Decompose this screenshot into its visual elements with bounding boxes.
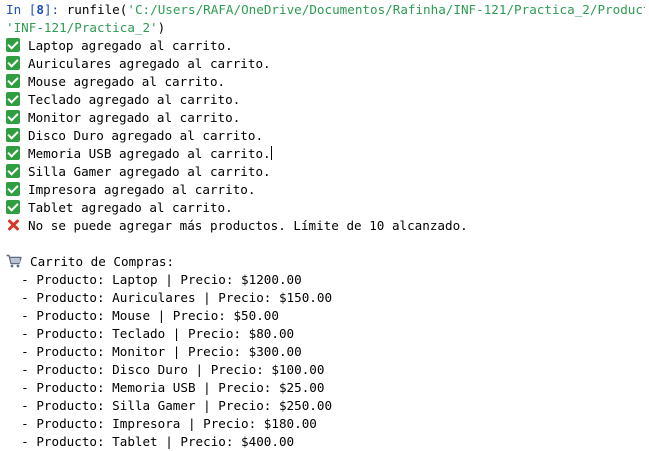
cart-title: Carrito de Compras: [30, 254, 175, 269]
added-message: Auriculares agregado al carrito. [6, 55, 645, 73]
added-message-text: Disco Duro agregado al carrito. [28, 128, 264, 143]
added-message-text: Memoria USB agregado al carrito. [28, 146, 271, 161]
prompt-close: ]: [43, 2, 67, 17]
check-icon [6, 110, 20, 124]
console-output[interactable]: In [8]: runfile('C:/Users/RAFA/OneDrive/… [6, 1, 645, 451]
check-icon [6, 92, 20, 106]
cart-item: - Producto: Silla Gamer | Precio: $250.0… [6, 398, 333, 413]
added-message: Silla Gamer agregado al carrito. [6, 163, 645, 181]
call-open: runfile( [66, 2, 128, 17]
check-icon [6, 74, 20, 88]
cart-item: - Producto: Auriculares | Precio: $150.0… [6, 290, 333, 305]
prompt-number: 8 [36, 2, 44, 17]
added-message-text: Monitor agregado al carrito. [28, 110, 241, 125]
added-message: Memoria USB agregado al carrito. [6, 145, 645, 163]
added-message-text: Tablet agregado al carrito. [28, 200, 233, 215]
added-message-text: Impresora agregado al carrito. [28, 182, 256, 197]
check-icon [6, 128, 20, 142]
check-icon [6, 164, 20, 178]
text-cursor [270, 146, 272, 160]
cross-icon [6, 218, 20, 232]
added-message: Impresora agregado al carrito. [6, 181, 645, 199]
check-icon [6, 38, 20, 52]
input-prompt-line: In [8]: runfile('C:/Users/RAFA/OneDrive/… [6, 1, 645, 19]
cart-item: - Producto: Monitor | Precio: $300.00 [6, 344, 302, 359]
cart-item: - Producto: Disco Duro | Precio: $100.00 [6, 362, 325, 377]
added-message: Teclado agregado al carrito. [6, 91, 645, 109]
cart-item: - Producto: Laptop | Precio: $1200.00 [6, 272, 302, 287]
cart-title-line: Carrito de Compras: [6, 253, 645, 271]
cart-item: - Producto: Memoria USB | Precio: $25.00 [6, 380, 325, 395]
limit-message: No se puede agregar más productos. Límit… [6, 217, 645, 235]
added-message-text: Silla Gamer agregado al carrito. [28, 164, 271, 179]
added-message-text: Auriculares agregado al carrito. [28, 56, 271, 71]
added-message: Monitor agregado al carrito. [6, 109, 645, 127]
added-message-text: Laptop agregado al carrito. [28, 38, 233, 53]
input-continuation-line: 'INF-121/Practica_2') [6, 19, 645, 37]
check-icon [6, 56, 20, 70]
runfile-path-arg: 'C:/Users/RAFA/OneDrive/Documentos/Rafin… [127, 2, 645, 17]
limit-message-text: No se puede agregar más productos. Límit… [28, 218, 468, 233]
cart-item: - Producto: Mouse | Precio: $50.00 [6, 308, 279, 323]
added-message: Laptop agregado al carrito. [6, 37, 645, 55]
runfile-wdir-arg: 'INF-121/Practica_2' [6, 20, 158, 35]
check-icon [6, 182, 20, 196]
added-message-text: Teclado agregado al carrito. [28, 92, 241, 107]
prompt-in-label: In [ [6, 2, 37, 17]
shopping-cart-icon [6, 254, 22, 268]
check-icon [6, 200, 20, 214]
added-message: Disco Duro agregado al carrito. [6, 127, 645, 145]
added-message-text: Mouse agregado al carrito. [28, 74, 226, 89]
cart-item: - Producto: Tablet | Precio: $400.00 [6, 434, 295, 449]
added-message: Mouse agregado al carrito. [6, 73, 645, 91]
added-message: Tablet agregado al carrito. [6, 199, 645, 217]
call-close: ) [157, 20, 166, 35]
check-icon [6, 146, 20, 160]
cart-item: - Producto: Teclado | Precio: $80.00 [6, 326, 295, 341]
